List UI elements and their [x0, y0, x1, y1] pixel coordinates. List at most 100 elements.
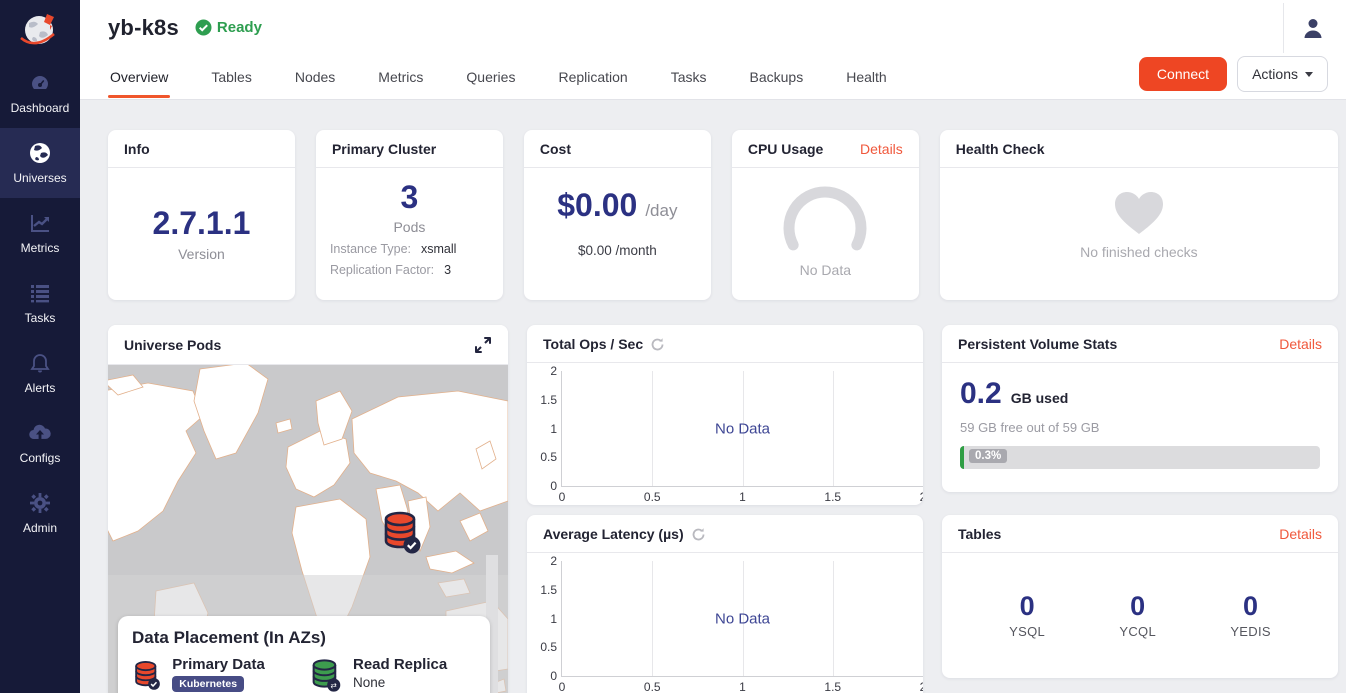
sidebar-item-alerts[interactable]: Alerts	[0, 338, 80, 408]
status-badge: Ready	[195, 19, 262, 36]
chevron-down-icon	[1305, 72, 1313, 77]
gauge-arc-icon	[775, 182, 875, 254]
cost-per-month: $0.00 /month	[578, 243, 657, 258]
volume-percent-badge: 0.3%	[969, 449, 1007, 463]
ycql-count: 0	[1119, 591, 1156, 622]
pods-label: Pods	[393, 219, 425, 235]
x-tick: 2	[920, 680, 923, 693]
instance-type-value: xsmall	[421, 242, 456, 256]
x-tick: 2	[920, 490, 923, 504]
y-tick: 0.5	[540, 450, 557, 464]
ysql-stat: 0 YSQL	[1009, 591, 1045, 639]
x-tick: 1	[739, 490, 746, 504]
universe-pods-card: Universe Pods	[108, 325, 508, 693]
sidebar-item-metrics[interactable]: Metrics	[0, 198, 80, 268]
sidebar-item-label: Configs	[20, 451, 61, 465]
sidebar-item-label: Alerts	[25, 381, 56, 395]
list-icon	[28, 280, 52, 306]
pods-count: 3	[401, 180, 419, 215]
x-tick: 1.5	[824, 490, 841, 504]
universe-header: yb-k8s Ready Overview Tables Nodes Metri…	[80, 0, 1346, 100]
refresh-icon[interactable]	[691, 527, 706, 542]
sync-arrows-icon: ⇄	[330, 681, 337, 690]
primary-cluster-card: Primary Cluster 3 Pods Instance Type: xs…	[316, 130, 503, 300]
sidebar-item-admin[interactable]: Admin	[0, 478, 80, 548]
y-tick: 1	[550, 612, 557, 626]
instance-type-label: Instance Type:	[330, 242, 411, 256]
sidebar-item-tasks[interactable]: Tasks	[0, 268, 80, 338]
primary-data-label: Primary Data	[172, 656, 299, 673]
sidebar-item-dashboard[interactable]: Dashboard	[0, 58, 80, 128]
tab-backups[interactable]: Backups	[748, 57, 806, 98]
card-title: Universe Pods	[124, 337, 221, 353]
replication-factor-value: 3	[444, 263, 451, 277]
ysql-label: YSQL	[1009, 624, 1045, 639]
health-empty-text: No finished checks	[1080, 244, 1198, 260]
yugabyte-logo-icon[interactable]	[0, 0, 80, 58]
line-chart-icon	[28, 210, 52, 236]
tables-details-link[interactable]: Details	[1279, 526, 1322, 542]
ycql-label: YCQL	[1119, 624, 1156, 639]
volume-used-value: 0.2	[960, 377, 1002, 411]
expand-icon[interactable]	[474, 336, 492, 354]
average-latency-plot: 0 0.5 1 1.5 2 0 0.5 1 1.5 2 No Data	[561, 555, 923, 693]
card-title: Primary Cluster	[332, 141, 436, 157]
charts-column: Total Ops / Sec 0	[527, 325, 923, 693]
header-divider	[1283, 3, 1284, 53]
read-replica-value: None	[353, 675, 447, 690]
tab-replication[interactable]: Replication	[556, 57, 629, 98]
y-tick: 0	[550, 479, 557, 493]
connect-button[interactable]: Connect	[1139, 57, 1227, 91]
dashboard-gauge-icon	[28, 70, 52, 96]
tab-tasks[interactable]: Tasks	[669, 57, 709, 98]
cost-per-day-unit: /day	[645, 201, 677, 221]
ysql-count: 0	[1009, 591, 1045, 622]
sidebar-item-universes[interactable]: Universes	[0, 128, 80, 198]
card-title: Cost	[540, 141, 571, 157]
card-title: Tables	[958, 526, 1001, 542]
tab-tables[interactable]: Tables	[209, 57, 253, 98]
y-tick: 0.5	[540, 640, 557, 654]
total-ops-plot: 0 0.5 1 1.5 2 0 0.5 1 1.5 2 No Data	[561, 365, 923, 505]
y-tick: 1	[550, 422, 557, 436]
tab-nodes[interactable]: Nodes	[293, 57, 337, 98]
tab-overview[interactable]: Overview	[108, 57, 170, 98]
volume-used-label: GB used	[1011, 390, 1069, 406]
tab-health[interactable]: Health	[844, 57, 888, 98]
y-tick: 1.5	[540, 393, 557, 407]
card-title: Info	[124, 141, 150, 157]
volume-progress-fill	[960, 446, 964, 469]
primary-data-map-marker[interactable]	[380, 509, 424, 555]
world-map[interactable]: Data Placement (In AZs)	[108, 361, 508, 693]
heart-icon	[1113, 190, 1165, 236]
cpu-details-link[interactable]: Details	[860, 141, 903, 157]
user-menu-icon[interactable]	[1302, 17, 1324, 39]
info-card: Info 2.7.1.1 Version	[108, 130, 295, 300]
replication-factor-label: Replication Factor:	[330, 263, 434, 277]
actions-dropdown-button[interactable]: Actions	[1237, 56, 1328, 92]
volume-details-link[interactable]: Details	[1279, 336, 1322, 352]
average-latency-chart-card: Average Latency (µs) 0	[527, 515, 923, 693]
tab-metrics[interactable]: Metrics	[376, 57, 425, 98]
overview-content: Info 2.7.1.1 Version Primary Cluster 3 P…	[80, 100, 1346, 693]
cloud-upload-icon	[27, 420, 53, 446]
main-panel: yb-k8s Ready Overview Tables Nodes Metri…	[80, 0, 1346, 693]
read-replica-label: Read Replica	[353, 656, 447, 673]
tab-bar: Overview Tables Nodes Metrics Queries Re…	[80, 55, 1346, 99]
sidebar-item-label: Metrics	[21, 241, 60, 255]
volume-progress-bar: 0.3%	[960, 446, 1320, 469]
x-tick: 0.5	[644, 490, 661, 504]
x-tick: 1.5	[824, 680, 841, 693]
sidebar-item-label: Admin	[23, 521, 57, 535]
sidebar-item-label: Dashboard	[11, 101, 70, 115]
sidebar: Dashboard Universes Metrics Tasks Alerts	[0, 0, 80, 693]
sidebar-item-label: Universes	[13, 171, 66, 185]
chart-no-data-text: No Data	[715, 610, 770, 627]
sidebar-item-configs[interactable]: Configs	[0, 408, 80, 478]
yedis-count: 0	[1230, 591, 1271, 622]
refresh-icon[interactable]	[650, 337, 665, 352]
ready-check-icon	[195, 19, 212, 36]
tab-queries[interactable]: Queries	[464, 57, 517, 98]
x-tick: 0.5	[644, 680, 661, 693]
primary-data-legend-item: Primary Data Kubernetes 1 Region, 3 AZS,…	[132, 656, 299, 693]
